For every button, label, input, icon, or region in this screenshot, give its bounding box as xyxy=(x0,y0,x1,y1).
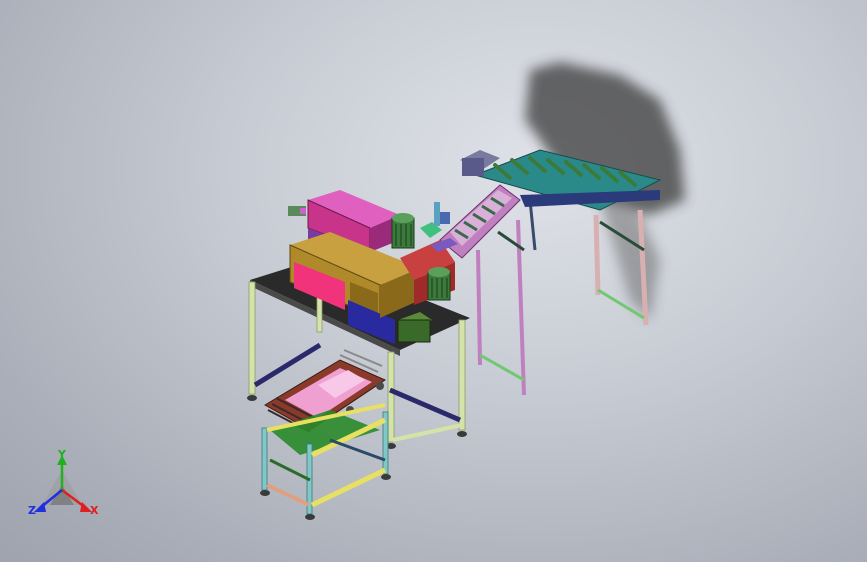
axis-y-label: Y xyxy=(58,448,66,461)
axis-triad xyxy=(34,455,92,512)
machine-assembly-model[interactable] xyxy=(0,0,867,562)
axis-x-label: X xyxy=(90,504,99,517)
axis-z-label: Z xyxy=(28,504,36,517)
cad-viewport[interactable]: Y X Z xyxy=(0,0,867,562)
